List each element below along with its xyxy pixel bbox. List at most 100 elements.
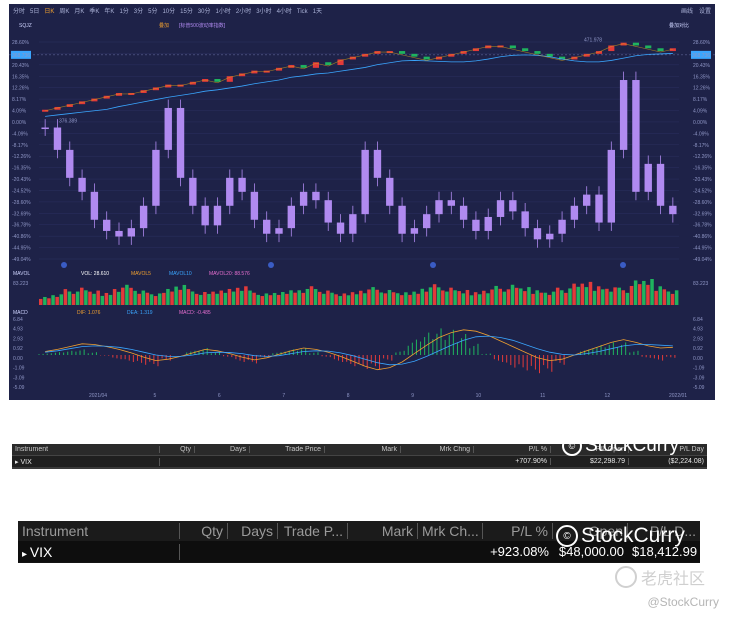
vix-candle <box>644 163 652 192</box>
volume-bar <box>502 291 507 305</box>
timeframe-tab[interactable]: 3小时 <box>256 9 271 15</box>
volume-bar <box>293 292 297 305</box>
vix-candle <box>299 191 308 206</box>
vix-candle <box>373 149 382 178</box>
settings-button[interactable]: 设置 <box>699 6 711 15</box>
volume-bar <box>276 294 281 305</box>
col-pl-pct[interactable]: P/L % <box>474 446 551 453</box>
volume-bar <box>613 287 617 305</box>
y-tick-left: -4.09% <box>12 131 28 137</box>
vix-candle <box>435 200 443 215</box>
macd-tick-right: 0.92 <box>693 346 703 352</box>
col-mrk-chng[interactable]: Mrk Ch... <box>418 523 483 539</box>
spx-candle <box>411 53 418 57</box>
col-trade-price[interactable]: Trade P... <box>278 523 348 539</box>
vix-candle <box>386 177 394 206</box>
row-pl-day: ($2,224.08) <box>668 458 704 465</box>
volume-bar <box>375 289 379 305</box>
col-mrk-chng[interactable]: Mrk Chng <box>401 446 474 453</box>
y-tick-left: -44.95% <box>12 246 31 252</box>
col-days[interactable]: Days <box>195 446 250 453</box>
y-tick-left: -40.86% <box>12 234 31 240</box>
timeframe-tab[interactable]: 季K <box>89 9 99 15</box>
volume-bar <box>420 288 425 305</box>
volume-bar <box>519 288 523 305</box>
col-instrument[interactable]: Instrument <box>12 446 160 453</box>
timeframe-tab[interactable]: 1天 <box>313 9 322 15</box>
volume-bar <box>383 293 388 305</box>
price-chart[interactable]: SQJZ叠加[标普500波动率指数]叠加对比28.60%28.60%24.52%… <box>9 17 715 400</box>
volume-bar <box>330 292 334 305</box>
timeframe-tab[interactable]: 2小时 <box>236 9 251 15</box>
timeframe-tab[interactable]: 10分 <box>162 9 175 15</box>
volume-bar <box>157 293 162 305</box>
x-tick: 12 <box>605 393 611 399</box>
vix-candle <box>41 127 49 130</box>
y-tick-right: -8.17% <box>693 143 709 149</box>
vix-candle <box>312 191 320 201</box>
col-mark[interactable]: Mark <box>325 446 401 453</box>
col-qty[interactable]: Qty <box>180 523 228 539</box>
timeframe-tab[interactable]: 月K <box>74 9 84 15</box>
volume-bar <box>334 294 338 305</box>
high-annotation: 471.978 <box>584 38 602 44</box>
timeframe-tab[interactable]: 1小时 <box>216 9 231 15</box>
col-qty[interactable]: Qty <box>160 446 195 453</box>
y-tick-left: -20.43% <box>12 177 31 183</box>
timeframe-tab[interactable]: 4小时 <box>277 9 292 15</box>
expand-triangle-icon[interactable]: ▸ <box>22 549 30 560</box>
timeframe-tab[interactable]: 分时 <box>13 9 25 15</box>
volume-bar <box>473 292 478 305</box>
col-trade-price[interactable]: Trade Price <box>250 446 325 453</box>
timeframe-tab[interactable]: 5日 <box>30 9 39 15</box>
timeframe-tab[interactable]: 15分 <box>180 9 193 15</box>
volume-bar <box>354 294 359 305</box>
volume-bar <box>555 287 560 305</box>
volume-bar <box>96 290 100 305</box>
volume-bar <box>178 289 182 305</box>
volume-bar <box>71 293 76 305</box>
volume-bar <box>67 291 72 305</box>
volume-bar <box>194 293 199 305</box>
x-tick: 7 <box>282 393 285 399</box>
volume-bar <box>199 294 203 305</box>
volume-bar <box>342 293 347 305</box>
chart-panel: 分时 5日 日K 周K 月K 季K 年K 1分 3分 5分 10分 15分 30分 1小时 2小时 3小时 4小… <box>9 4 715 400</box>
macd-label: MACD: -0.485 <box>179 310 211 316</box>
spx-candle <box>325 62 332 66</box>
spx-candle <box>657 48 664 52</box>
volume-bar <box>424 291 429 305</box>
timeframe-tab[interactable]: 周K <box>59 9 69 15</box>
volume-bar <box>88 291 92 305</box>
macd-tick-left: -5.09 <box>13 385 25 391</box>
y-tick-left: -28.60% <box>12 200 31 206</box>
timeframe-tab[interactable]: 5分 <box>148 9 157 15</box>
timeframe-tab[interactable]: 1分 <box>119 9 128 15</box>
timeframe-tab[interactable]: 3分 <box>134 9 143 15</box>
volume-bar <box>133 290 137 305</box>
timeframe-tab[interactable]: 年K <box>104 9 114 15</box>
y-tick-left: 28.60% <box>12 40 30 46</box>
volume-bar <box>285 293 289 305</box>
y-tick-right: 0.00% <box>693 120 708 126</box>
volume-bar <box>43 296 47 305</box>
vix-candle <box>90 191 99 220</box>
col-pl-pct[interactable]: P/L % <box>483 523 553 539</box>
volume-bar <box>367 289 371 305</box>
timeframe-tab[interactable]: Tick <box>297 9 308 15</box>
spx-ma-line <box>45 53 673 117</box>
table-row[interactable]: ▸ VIX +707.90% $22,298.79 ($2,224.08) <box>12 456 707 467</box>
volume-bar <box>457 291 461 305</box>
col-mark[interactable]: Mark <box>348 523 418 539</box>
volume-bar <box>670 293 675 305</box>
timeframe-tab[interactable]: 30分 <box>198 9 211 15</box>
col-instrument[interactable]: Instrument <box>18 523 180 539</box>
y-tick-right: 12.26% <box>693 86 711 92</box>
volume-bar <box>584 287 589 305</box>
col-days[interactable]: Days <box>228 523 278 539</box>
draw-tool-button[interactable]: 画线 <box>681 6 693 15</box>
y-tick-right: 16.35% <box>693 74 711 80</box>
x-tick: 9 <box>411 393 414 399</box>
timeframe-tab[interactable]: 日K <box>44 9 54 15</box>
y-tick-left: -24.52% <box>12 188 31 194</box>
